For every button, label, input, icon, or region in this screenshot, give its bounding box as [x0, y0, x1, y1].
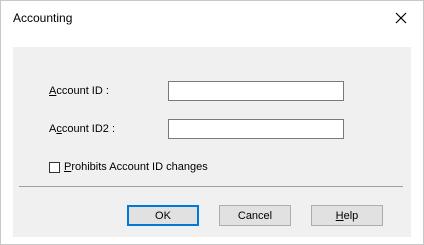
help-button-label: Help [336, 210, 359, 222]
help-mnemonic: H [335, 209, 344, 222]
close-button[interactable] [379, 1, 423, 35]
checkbox-label: Prohibits Account ID changes [64, 161, 208, 173]
checkbox-box[interactable] [49, 161, 60, 173]
cancel-button-label: Cancel [237, 209, 273, 222]
cancel-button[interactable]: Cancel [219, 205, 291, 226]
account-id-label: Account ID : [49, 85, 109, 97]
ok-button[interactable]: OK [127, 205, 199, 226]
account-id-input[interactable] [168, 81, 344, 101]
ok-button-label: OK [155, 209, 171, 222]
title-bar: Accounting [1, 1, 423, 35]
dialog-body: Account ID : Account ID2 : Prohibits Acc… [13, 47, 411, 237]
prohibits-account-id-changes-checkbox[interactable]: Prohibits Account ID changes [49, 161, 208, 173]
account-id2-input[interactable] [168, 119, 344, 139]
separator-line [19, 186, 403, 187]
account-id2-label: Account ID2 : [49, 123, 115, 135]
account-id-label-text: ccount ID : [56, 85, 109, 97]
close-icon [395, 12, 407, 24]
help-button[interactable]: Help [311, 205, 383, 226]
help-button-label-text: elp [343, 209, 359, 222]
account-id2-label-text: count ID2 : [61, 123, 116, 135]
accounting-dialog: Accounting Account ID : Account ID2 : Pr… [0, 0, 424, 245]
checkbox-label-text: rohibits Account ID changes [71, 161, 208, 173]
dialog-title: Accounting [13, 11, 73, 25]
